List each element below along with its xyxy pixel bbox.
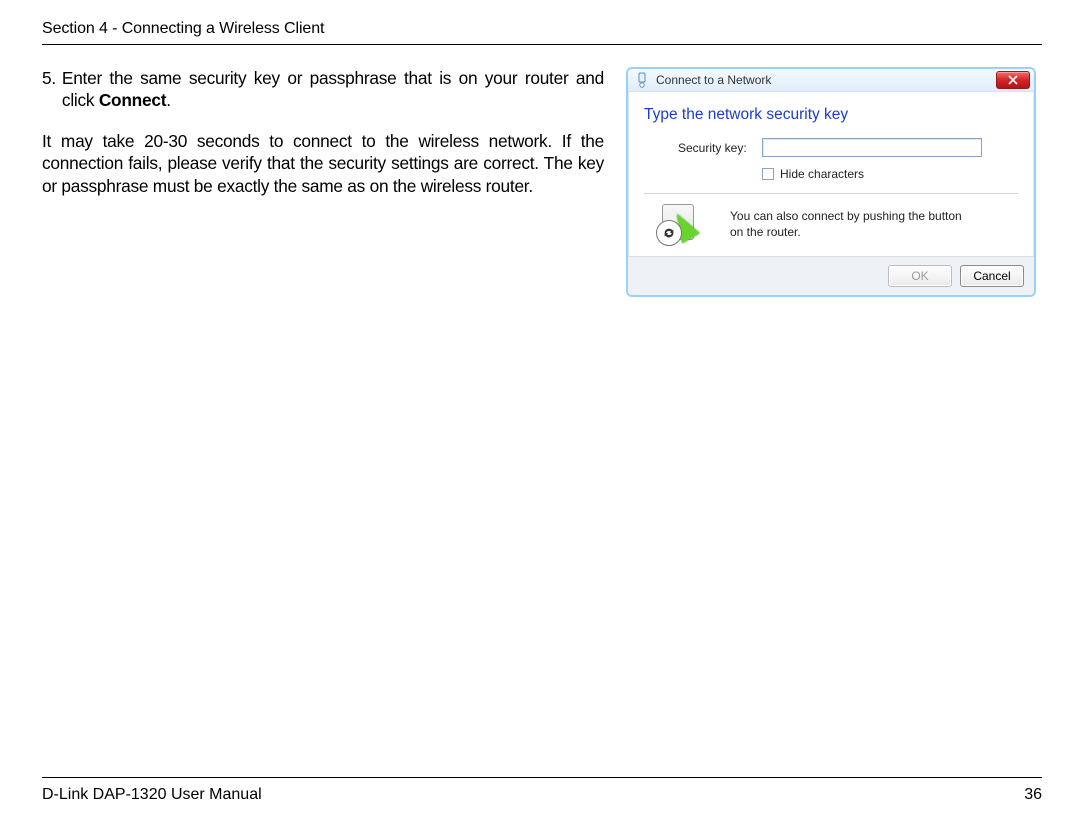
- page-footer: D-Link DAP-1320 User Manual 36: [42, 777, 1042, 804]
- hide-chars-row: Hide characters: [762, 167, 1018, 181]
- connect-network-dialog: Connect to a Network Type the network se…: [626, 67, 1036, 297]
- cancel-button[interactable]: Cancel: [960, 265, 1024, 287]
- dialog-title: Connect to a Network: [656, 73, 996, 87]
- hide-chars-checkbox[interactable]: [762, 168, 774, 180]
- footer-page-number: 36: [1024, 786, 1042, 804]
- section-title: Section 4 - Connecting a Wireless Client: [42, 20, 324, 37]
- dialog-heading: Type the network security key: [644, 106, 1018, 124]
- footer-left: D-Link DAP-1320 User Manual: [42, 786, 262, 804]
- security-key-label: Security key:: [678, 141, 750, 155]
- info-paragraph: It may take 20-30 seconds to connect to …: [42, 130, 604, 197]
- ok-button[interactable]: OK: [888, 265, 952, 287]
- router-icon: [656, 204, 714, 246]
- security-key-input[interactable]: [762, 138, 982, 157]
- dialog-body: Type the network security key Security k…: [628, 92, 1034, 256]
- step-text: Enter the same security key or passphras…: [62, 67, 604, 112]
- dialog-titlebar: Connect to a Network: [628, 69, 1034, 92]
- wps-hint-row: You can also connect by pushing the butt…: [656, 204, 1018, 246]
- sync-icon: [656, 220, 682, 246]
- wps-hint-text: You can also connect by pushing the butt…: [730, 209, 970, 240]
- dialog-button-bar: OK Cancel: [628, 256, 1034, 295]
- content-body: 5. Enter the same security key or passph…: [42, 67, 1042, 297]
- divider: [644, 193, 1018, 194]
- hide-chars-label: Hide characters: [780, 167, 864, 181]
- step-text-suffix: .: [166, 90, 171, 110]
- security-key-row: Security key:: [678, 138, 1018, 157]
- step-number: 5.: [42, 67, 56, 112]
- instruction-text: 5. Enter the same security key or passph…: [42, 67, 604, 297]
- close-button[interactable]: [996, 71, 1030, 89]
- step-text-bold: Connect: [99, 90, 166, 110]
- close-icon: [1008, 75, 1018, 85]
- network-icon: [634, 72, 650, 88]
- step-5: 5. Enter the same security key or passph…: [42, 67, 604, 112]
- page-header: Section 4 - Connecting a Wireless Client: [42, 20, 1042, 45]
- dialog-screenshot: Connect to a Network Type the network se…: [626, 67, 1036, 297]
